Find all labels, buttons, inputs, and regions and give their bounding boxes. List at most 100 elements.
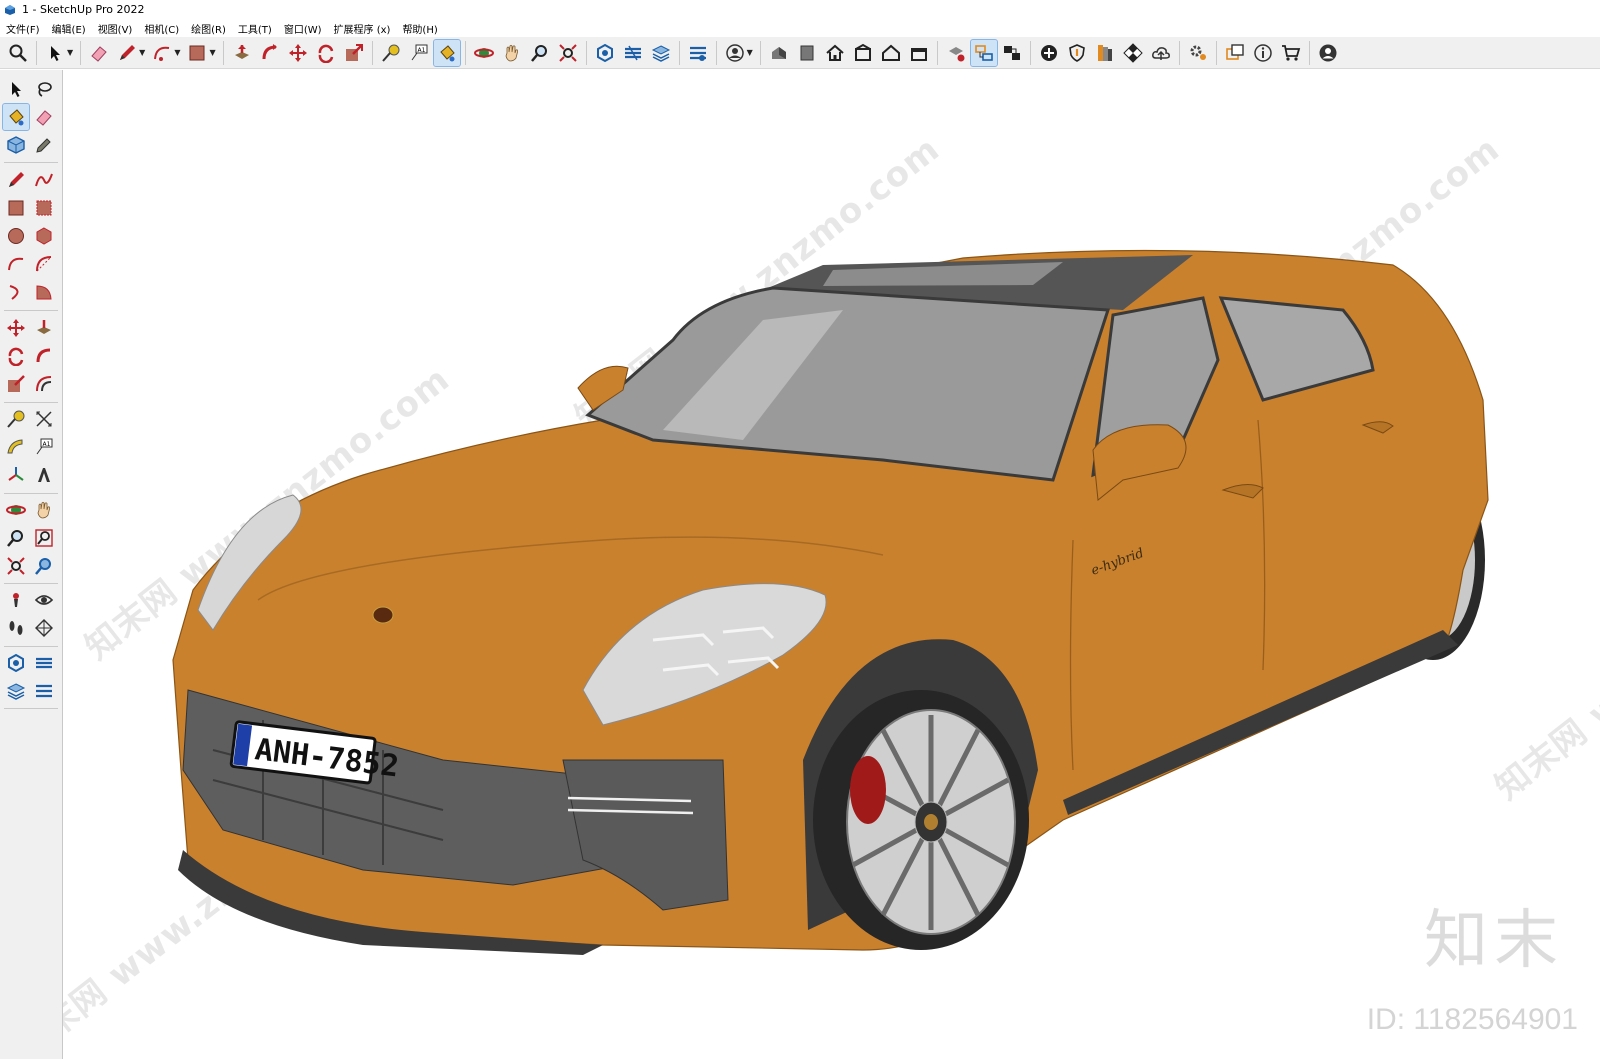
section-plane-tool[interactable] [31,615,57,641]
lasso-select-tool[interactable] [31,76,57,102]
menu-edit[interactable]: 编辑(E) [46,21,92,36]
menu-tools[interactable]: 工具(T) [232,21,278,36]
zoom-tool[interactable] [3,525,29,551]
extension-manager-button[interactable] [685,40,711,66]
move-tool[interactable] [3,315,29,341]
follow-me-tool-button[interactable] [257,40,283,66]
pie-tool[interactable] [31,279,57,305]
left-view-button[interactable] [906,40,932,66]
tape-measure-tool-button[interactable] [378,40,404,66]
chevron-down-icon[interactable]: ▼ [139,48,145,57]
text-tool-button[interactable]: A1 [406,40,432,66]
profile-button[interactable] [1315,40,1341,66]
add-location-button[interactable] [1036,40,1062,66]
previous-view-tool[interactable] [31,553,57,579]
info-button[interactable] [1250,40,1276,66]
look-around-tool[interactable] [31,587,57,613]
chevron-down-icon[interactable]: ▼ [209,48,215,57]
extension-manager-tool[interactable] [31,678,57,704]
chevron-down-icon[interactable]: ▼ [747,48,753,57]
eraser-tool-button[interactable] [86,40,112,66]
right-view-button[interactable] [850,40,876,66]
store-button[interactable] [1278,40,1304,66]
tape-measure-tool[interactable] [3,406,29,432]
zoom-extents-tool-button[interactable] [555,40,581,66]
3d-warehouse-tool[interactable] [3,650,29,676]
settings-button[interactable] [1185,40,1211,66]
menu-draw[interactable]: 绘图(R) [185,21,232,36]
iso-view-button[interactable] [766,40,792,66]
window-manager-button[interactable] [1222,40,1248,66]
chevron-down-icon[interactable]: ▼ [174,48,180,57]
select-tool-button[interactable] [42,40,68,66]
rectangle-tool-button[interactable] [184,40,210,66]
top-view-button[interactable] [794,40,820,66]
circle-tool[interactable] [3,223,29,249]
orbit-tool-button[interactable] [471,40,497,66]
rotated-rectangle-tool[interactable] [31,195,57,221]
menu-camera[interactable]: 相机(C) [138,21,185,36]
position-camera-tool[interactable] [3,587,29,613]
3d-text-tool[interactable] [31,462,57,488]
line-tool[interactable] [3,167,29,193]
account-button[interactable] [722,40,748,66]
menu-file[interactable]: 文件(F) [0,21,46,36]
pan-tool[interactable] [31,497,57,523]
orbit-tool[interactable] [3,497,29,523]
two-point-arc-tool[interactable] [31,251,57,277]
styles-button[interactable] [943,40,969,66]
arc-tool[interactable] [3,251,29,277]
menu-view[interactable]: 视图(V) [92,21,139,36]
menu-window[interactable]: 窗口(W) [278,21,328,36]
layout-button[interactable] [648,40,674,66]
search-tool-button[interactable] [5,40,31,66]
dimension-tool[interactable] [31,406,57,432]
offset-tool[interactable] [31,371,57,397]
material-browser-button[interactable] [1092,40,1118,66]
arc-tool-button[interactable] [149,40,175,66]
pencil-tool-button[interactable] [114,40,140,66]
eraser-tool[interactable] [31,104,57,130]
menu-extensions[interactable]: 扩展程序 (x) [328,21,397,36]
text-tool[interactable]: A1 [31,434,57,460]
protractor-tool[interactable] [3,434,29,460]
scale-tool-button[interactable] [341,40,367,66]
select-tool[interactable] [3,76,29,102]
polygon-tool[interactable] [31,223,57,249]
menu-help[interactable]: 帮助(H) [396,21,443,36]
warehouse-button[interactable] [592,40,618,66]
solid-inspector-button[interactable] [1064,40,1090,66]
move-tool-button[interactable] [285,40,311,66]
extension-warehouse-tool[interactable] [31,650,57,676]
back-view-button[interactable] [878,40,904,66]
cloud-upload-button[interactable] [1148,40,1174,66]
model-viewport[interactable]: 知末网 www.znzmo.com 知末网 www.znzmo.com 知末网 … [63,70,1600,1059]
walk-tool[interactable] [3,615,29,641]
rotate-tool-button[interactable] [313,40,339,66]
front-view-button[interactable] [822,40,848,66]
extension-warehouse-button[interactable] [620,40,646,66]
freehand-tool[interactable] [31,167,57,193]
scale-tool[interactable] [3,371,29,397]
make-component-tool[interactable] [3,132,29,158]
rotate-tool[interactable] [3,343,29,369]
push-pull-tool-button[interactable] [229,40,255,66]
chevron-down-icon[interactable]: ▼ [67,48,73,57]
paint-bucket-tool[interactable] [2,103,30,131]
rectangle-tool[interactable] [3,195,29,221]
three-point-arc-tool[interactable] [3,279,29,305]
pan-tool-button[interactable] [499,40,525,66]
sample-paint-tool[interactable] [31,132,57,158]
layout-tool[interactable] [3,678,29,704]
texture-button[interactable] [1120,40,1146,66]
axes-tool[interactable] [3,462,29,488]
paint-bucket-tool-button[interactable] [432,38,461,67]
scenes-button[interactable] [999,40,1025,66]
follow-me-tool[interactable] [31,343,57,369]
outliner-button[interactable] [969,38,998,67]
push-pull-tool[interactable] [31,315,57,341]
zoom-window-tool[interactable] [31,525,57,551]
zoom-tool-button[interactable] [527,40,553,66]
zoom-extents-tool[interactable] [3,553,29,579]
lasso-icon [38,82,52,97]
